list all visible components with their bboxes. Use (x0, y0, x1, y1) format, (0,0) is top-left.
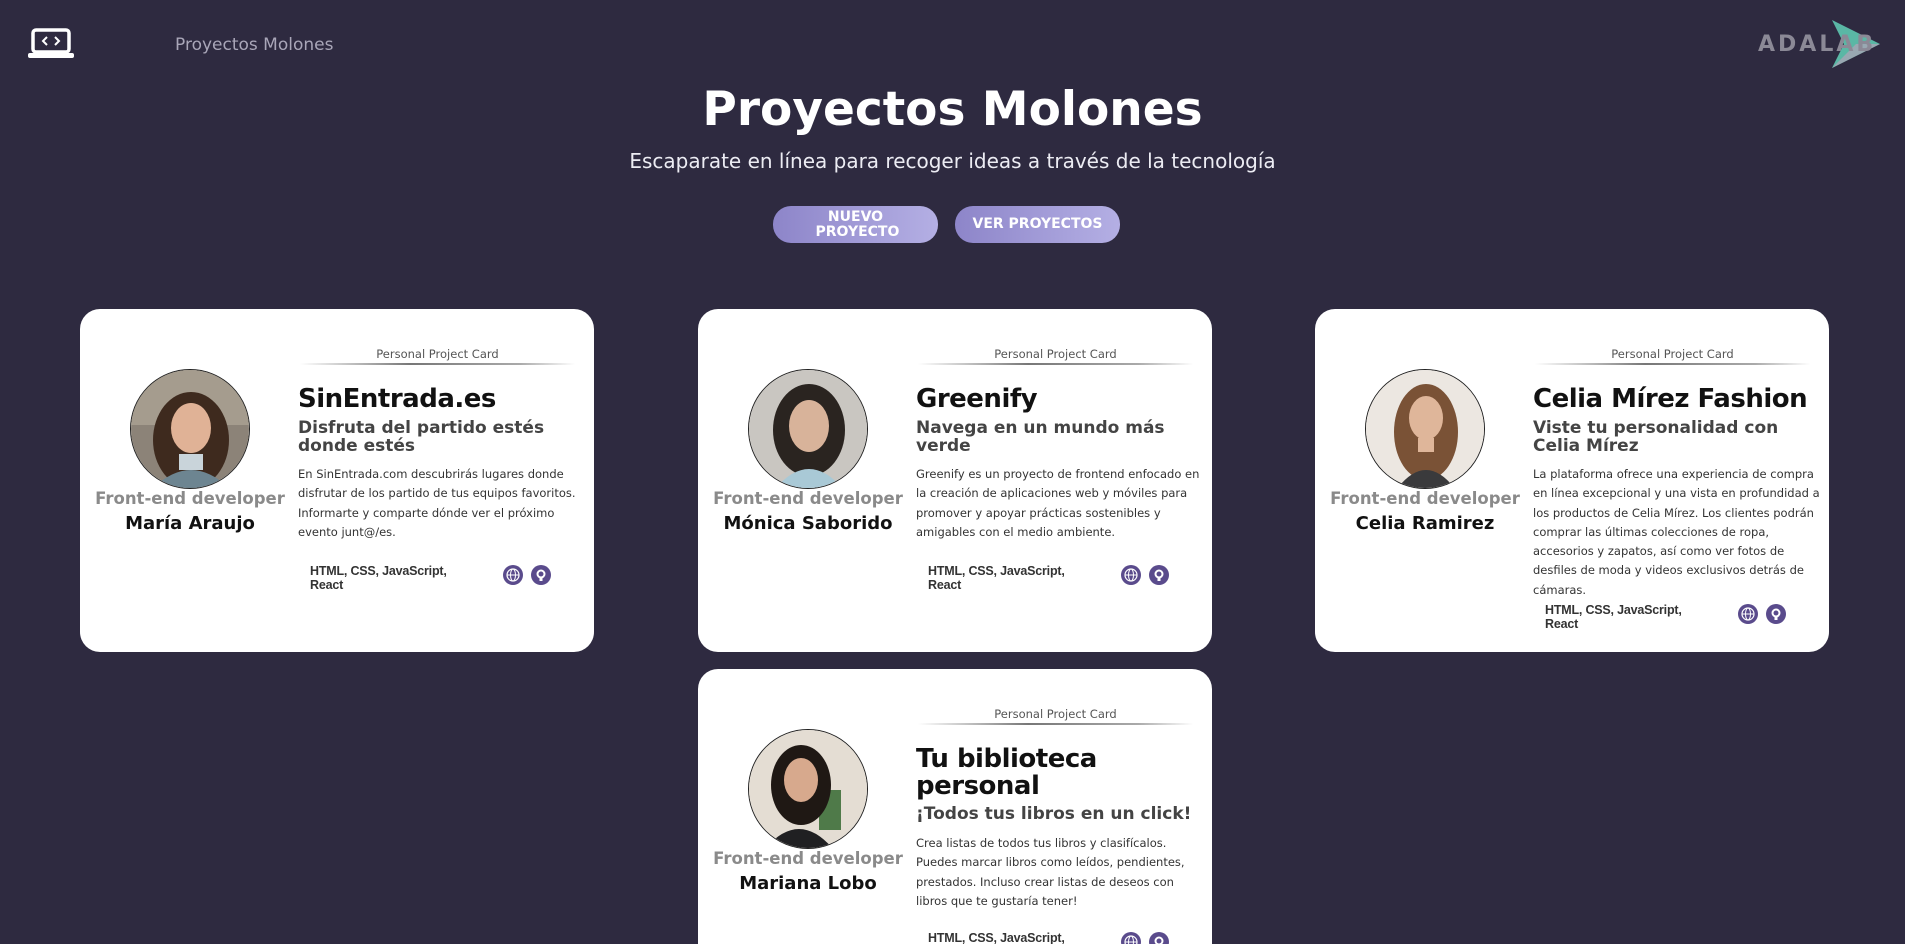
author-name: María Araujo (125, 513, 255, 534)
project-technologies: HTML, CSS, JavaScript, React (310, 564, 447, 592)
new-project-button[interactable]: NUEVO PROYECTO (773, 206, 938, 243)
avatar (130, 369, 250, 489)
project-description: Greenify es un proyecto de frontend enfo… (916, 467, 1200, 539)
adalab-wordmark: ADALAB (1758, 32, 1877, 57)
author-role: Front-end developer (713, 489, 903, 508)
author-role: Front-end developer (1330, 489, 1520, 508)
card-divider (918, 723, 1193, 725)
project-technologies: HTML, CSS, JavaScript, React (928, 564, 1065, 592)
project-description: La plataforma ofrece una experiencia de … (1533, 467, 1820, 597)
project-card: Personal Project Card Front-end develope… (1315, 309, 1829, 652)
project-description: Crea listas de todos tus libros y clasif… (916, 836, 1185, 908)
project-slogan: Navega en un mundo más verde (916, 418, 1165, 456)
project-name: Tu biblioteca personal (916, 744, 1097, 801)
globe-icon[interactable] (1121, 932, 1141, 944)
card-divider (918, 363, 1193, 365)
avatar (1365, 369, 1485, 489)
card-label: Personal Project Card (994, 347, 1117, 361)
card-label: Personal Project Card (994, 707, 1117, 721)
project-technologies: HTML, CSS, JavaScript, React (1545, 603, 1682, 631)
project-card: Personal Project Card Front-end develope… (698, 669, 1212, 944)
project-description: En SinEntrada.com descubrirás lugares do… (298, 467, 576, 539)
github-icon[interactable] (531, 565, 551, 585)
new-project-label: NUEVO PROYECTO (815, 208, 900, 240)
site-header: Proyectos Molones ADALAB (0, 0, 1905, 90)
project-card: Personal Project Card Front-end develope… (698, 309, 1212, 652)
page-title: Proyectos Molones (702, 82, 1203, 137)
github-icon[interactable] (1149, 565, 1169, 585)
globe-icon[interactable] (1121, 565, 1141, 585)
globe-icon[interactable] (1738, 604, 1758, 624)
author-name: Celia Ramirez (1355, 513, 1495, 534)
project-name: Greenify (916, 384, 1038, 414)
avatar (748, 369, 868, 489)
github-icon[interactable] (1766, 604, 1786, 624)
author-role: Front-end developer (713, 849, 903, 868)
card-divider (1535, 363, 1810, 365)
project-slogan: ¡Todos tus libros en un click! (916, 804, 1192, 824)
laptop-code-icon[interactable] (28, 28, 74, 60)
page-subtitle: Escaparate en línea para recoger ideas a… (629, 149, 1276, 173)
author-name: Mónica Saborido (723, 513, 893, 534)
project-slogan: Disfruta del partido estés donde estés (298, 418, 545, 456)
view-projects-button[interactable]: VER PROYECTOS (955, 206, 1120, 243)
card-divider (300, 363, 575, 365)
globe-icon[interactable] (503, 565, 523, 585)
brand-name[interactable]: Proyectos Molones (175, 35, 333, 55)
github-icon[interactable] (1149, 932, 1169, 944)
project-slogan: Viste tu personalidad con Celia Mírez (1533, 418, 1779, 456)
project-name: Celia Mírez Fashion (1533, 384, 1808, 414)
avatar (748, 729, 868, 849)
project-technologies: HTML, CSS, JavaScript, React (928, 931, 1065, 944)
project-card: Personal Project Card Front-end develope… (80, 309, 594, 652)
project-name: SinEntrada.es (298, 384, 496, 414)
author-role: Front-end developer (95, 489, 285, 508)
author-name: Mariana Lobo (739, 873, 877, 894)
card-label: Personal Project Card (376, 347, 499, 361)
card-label: Personal Project Card (1611, 347, 1734, 361)
